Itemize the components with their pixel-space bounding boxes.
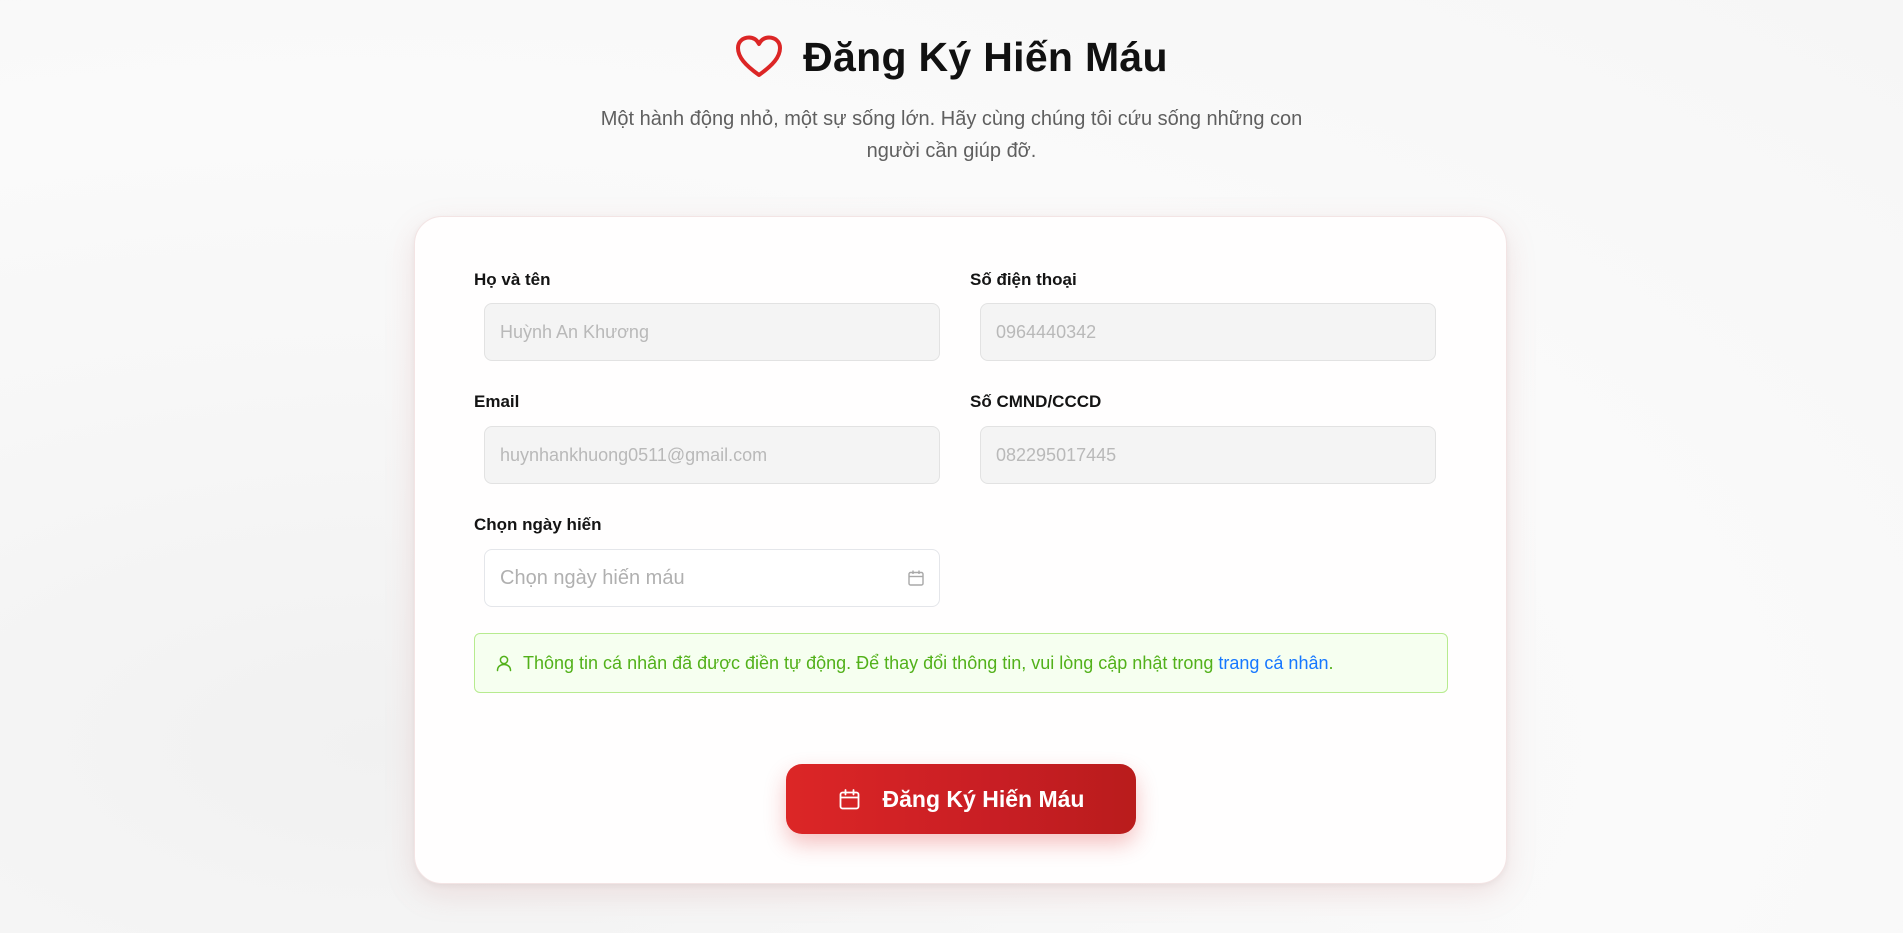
profile-page-link[interactable]: trang cá nhân xyxy=(1218,653,1328,674)
register-donation-button[interactable]: Đăng Ký Hiến Máu xyxy=(786,764,1136,834)
heart-icon xyxy=(735,35,783,79)
donation-date-placeholder: Chọn ngày hiến máu xyxy=(500,566,685,589)
email-label: Email xyxy=(474,392,520,411)
id-number-field[interactable]: 082295017445 xyxy=(980,426,1436,484)
phone-field[interactable]: 0964440342 xyxy=(980,303,1436,361)
full-name-label: Họ và tên xyxy=(474,270,551,289)
page: Đăng Ký Hiến Máu Một hành động nhỏ, một … xyxy=(0,0,1903,933)
notice-text: Thông tin cá nhân đã được điền tự động. … xyxy=(523,652,1214,673)
donation-date-label: Chọn ngày hiến xyxy=(474,515,602,534)
donation-date-picker[interactable]: Chọn ngày hiến máu xyxy=(484,549,940,607)
id-number-label: Số CMND/CCCD xyxy=(970,392,1102,411)
phone-label: Số điện thoại xyxy=(970,270,1077,289)
page-title: Đăng Ký Hiến Máu xyxy=(803,33,1168,80)
email-value: huynhankhuong0511@gmail.com xyxy=(500,444,768,465)
notice-suffix: . xyxy=(1328,652,1334,673)
user-icon xyxy=(495,654,513,672)
phone-value: 0964440342 xyxy=(996,321,1097,342)
id-number-value: 082295017445 xyxy=(996,444,1117,465)
calendar-icon[interactable] xyxy=(907,569,925,587)
page-header: Đăng Ký Hiến Máu Một hành động nhỏ, một … xyxy=(0,30,1903,167)
email-field[interactable]: huynhankhuong0511@gmail.com xyxy=(484,426,940,484)
full-name-field[interactable]: Huỳnh An Khương xyxy=(484,303,940,361)
full-name-value: Huỳnh An Khương xyxy=(500,321,649,342)
autofill-notice: Thông tin cá nhân đã được điền tự động. … xyxy=(474,633,1448,693)
registration-form-card: Họ và tên Huỳnh An Khương Số điện thoại … xyxy=(414,216,1507,884)
calendar-icon xyxy=(838,788,861,811)
page-subtitle: Một hành động nhỏ, một sự sống lớn. Hãy … xyxy=(600,108,1303,162)
title-row: Đăng Ký Hiến Máu xyxy=(0,30,1903,84)
register-button-label: Đăng Ký Hiến Máu xyxy=(882,785,1085,812)
